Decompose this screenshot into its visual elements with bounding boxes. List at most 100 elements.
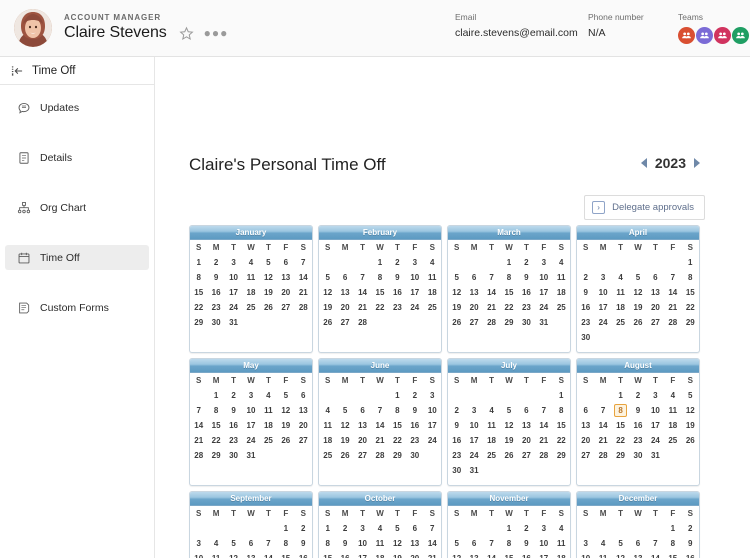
day-cell[interactable]: 23	[577, 315, 594, 330]
day-cell[interactable]: 13	[465, 285, 482, 300]
day-cell[interactable]: 7	[424, 521, 441, 536]
day-cell[interactable]: 30	[406, 448, 423, 463]
day-cell[interactable]: 11	[260, 403, 277, 418]
day-cell[interactable]: 8	[553, 403, 570, 418]
day-cell[interactable]: 29	[190, 315, 207, 330]
day-cell[interactable]: 6	[406, 521, 423, 536]
sidebar-item-custom-forms[interactable]: Custom Forms	[5, 295, 149, 320]
day-cell[interactable]: 13	[518, 418, 535, 433]
day-cell[interactable]: 19	[277, 418, 294, 433]
day-cell[interactable]: 28	[190, 448, 207, 463]
day-cell[interactable]: 17	[594, 300, 611, 315]
day-cell[interactable]: 26	[336, 448, 353, 463]
day-cell[interactable]: 22	[553, 433, 570, 448]
day-cell[interactable]: 16	[629, 418, 646, 433]
star-icon[interactable]	[179, 26, 194, 41]
day-cell[interactable]: 7	[483, 536, 500, 551]
day-cell[interactable]: 8	[319, 536, 336, 551]
day-cell[interactable]: 12	[448, 551, 465, 558]
day-cell[interactable]: 14	[371, 418, 388, 433]
day-cell[interactable]: 16	[295, 551, 312, 558]
day-cell[interactable]: 6	[465, 536, 482, 551]
day-cell[interactable]: 31	[647, 448, 664, 463]
day-cell[interactable]: 23	[389, 300, 406, 315]
day-cell[interactable]: 24	[225, 300, 242, 315]
day-cell[interactable]: 3	[647, 388, 664, 403]
day-cell[interactable]: 23	[225, 433, 242, 448]
day-cell[interactable]: 19	[682, 418, 699, 433]
day-cell[interactable]: 1	[319, 521, 336, 536]
team-avatar-2[interactable]	[696, 27, 713, 44]
day-cell[interactable]: 29	[553, 448, 570, 463]
day-cell[interactable]: 14	[483, 551, 500, 558]
day-cell[interactable]: 10	[406, 270, 423, 285]
day-cell[interactable]: 6	[242, 536, 259, 551]
day-cell[interactable]: 9	[336, 536, 353, 551]
day-cell[interactable]: 8	[389, 403, 406, 418]
day-cell[interactable]: 27	[354, 448, 371, 463]
day-cell[interactable]: 5	[389, 521, 406, 536]
day-cell[interactable]: 13	[277, 270, 294, 285]
day-cell[interactable]: 9	[406, 403, 423, 418]
day-cell[interactable]: 26	[260, 300, 277, 315]
day-cell[interactable]: 12	[629, 285, 646, 300]
day-cell-today[interactable]: 8	[612, 403, 629, 418]
day-cell[interactable]: 24	[594, 315, 611, 330]
day-cell[interactable]: 16	[577, 300, 594, 315]
day-cell[interactable]: 14	[424, 536, 441, 551]
day-cell[interactable]: 7	[371, 403, 388, 418]
day-cell[interactable]: 2	[448, 403, 465, 418]
day-cell[interactable]: 9	[295, 536, 312, 551]
day-cell[interactable]: 14	[535, 418, 552, 433]
day-cell[interactable]: 28	[664, 315, 681, 330]
day-cell[interactable]: 20	[577, 433, 594, 448]
day-cell[interactable]: 4	[594, 536, 611, 551]
day-cell[interactable]: 13	[647, 285, 664, 300]
sidebar-item-time-off[interactable]: Time Off	[5, 245, 149, 270]
day-cell[interactable]: 21	[483, 300, 500, 315]
day-cell[interactable]: 13	[295, 403, 312, 418]
day-cell[interactable]: 20	[647, 300, 664, 315]
day-cell[interactable]: 1	[612, 388, 629, 403]
day-cell[interactable]: 21	[295, 285, 312, 300]
day-cell[interactable]: 4	[207, 536, 224, 551]
day-cell[interactable]: 29	[682, 315, 699, 330]
day-cell[interactable]: 28	[354, 315, 371, 330]
day-cell[interactable]: 2	[406, 388, 423, 403]
day-cell[interactable]: 13	[629, 551, 646, 558]
day-cell[interactable]: 15	[277, 551, 294, 558]
day-cell[interactable]: 22	[682, 300, 699, 315]
day-cell[interactable]: 18	[483, 433, 500, 448]
day-cell[interactable]: 28	[483, 315, 500, 330]
day-cell[interactable]: 1	[682, 255, 699, 270]
day-cell[interactable]: 24	[242, 433, 259, 448]
day-cell[interactable]: 22	[389, 433, 406, 448]
day-cell[interactable]: 27	[295, 433, 312, 448]
day-cell[interactable]: 15	[500, 285, 517, 300]
day-cell[interactable]: 12	[336, 418, 353, 433]
day-cell[interactable]: 6	[518, 403, 535, 418]
day-cell[interactable]: 26	[629, 315, 646, 330]
day-cell[interactable]: 13	[336, 285, 353, 300]
day-cell[interactable]: 12	[448, 285, 465, 300]
day-cell[interactable]: 24	[535, 300, 552, 315]
day-cell[interactable]: 10	[535, 270, 552, 285]
day-cell[interactable]: 14	[594, 418, 611, 433]
day-cell[interactable]: 27	[518, 448, 535, 463]
day-cell[interactable]: 10	[647, 403, 664, 418]
day-cell[interactable]: 15	[319, 551, 336, 558]
day-cell[interactable]: 4	[260, 388, 277, 403]
day-cell[interactable]: 9	[518, 536, 535, 551]
day-cell[interactable]: 12	[319, 285, 336, 300]
day-cell[interactable]: 1	[664, 521, 681, 536]
team-avatar-4[interactable]	[732, 27, 749, 44]
day-cell[interactable]: 3	[242, 388, 259, 403]
sidebar-item-updates[interactable]: Updates	[5, 95, 149, 120]
day-cell[interactable]: 4	[242, 255, 259, 270]
avatar[interactable]	[14, 9, 52, 47]
day-cell[interactable]: 31	[535, 315, 552, 330]
day-cell[interactable]: 5	[319, 270, 336, 285]
day-cell[interactable]: 14	[483, 285, 500, 300]
day-cell[interactable]: 1	[190, 255, 207, 270]
day-cell[interactable]: 10	[535, 536, 552, 551]
